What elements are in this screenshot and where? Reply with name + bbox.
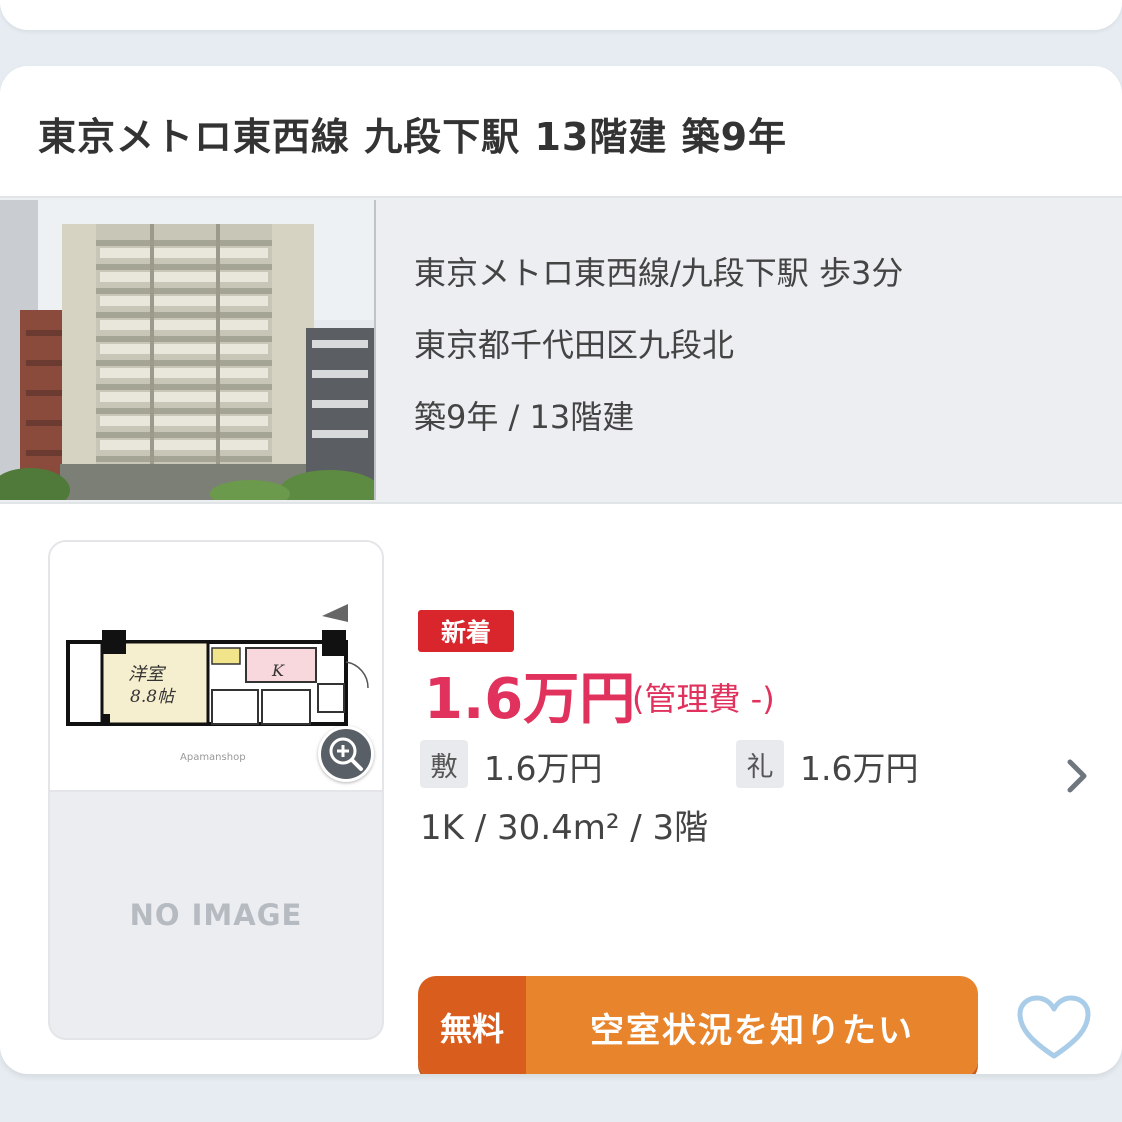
heart-outline-icon[interactable] bbox=[1016, 994, 1092, 1062]
room-thumbnails[interactable]: 洋室 8.8帖 K Apamanshop NO IMAGE bbox=[48, 540, 384, 1040]
rent-price: 1.6万円 bbox=[424, 667, 636, 732]
previous-card-bottom bbox=[0, 0, 1122, 30]
check-vacancy-label: 空室状況を知りたい bbox=[526, 976, 978, 1074]
key-money-tag: 礼 bbox=[736, 740, 784, 788]
address: 東京都千代田区九段北 bbox=[414, 326, 735, 364]
floorplan-size-label: 8.8帖 bbox=[130, 687, 177, 707]
zoom-in-icon[interactable] bbox=[318, 726, 374, 782]
building-summary[interactable]: 東京メトロ東西線/九段下駅 歩3分 東京都千代田区九段北 築9年 / 13階建 bbox=[0, 196, 1122, 504]
building-photo[interactable] bbox=[0, 200, 376, 500]
room-listing[interactable]: 洋室 8.8帖 K Apamanshop NO IMAGE 新着 1.6万円 (… bbox=[0, 502, 1122, 1074]
room-layout-info: 1K / 30.4m² / 3階 bbox=[420, 808, 709, 848]
deposit-value: 1.6万円 bbox=[484, 749, 603, 788]
station-access: 東京メトロ東西線/九段下駅 歩3分 bbox=[414, 254, 904, 292]
building-age-floors: 築9年 / 13階建 bbox=[414, 398, 635, 436]
floorplan-credit: Apamanshop bbox=[180, 752, 246, 763]
chevron-right-icon[interactable] bbox=[1060, 754, 1092, 798]
free-label: 無料 bbox=[418, 976, 526, 1074]
check-vacancy-button[interactable]: 無料 空室状況を知りたい bbox=[418, 976, 978, 1074]
floorplan-room-label: 洋室 bbox=[128, 664, 167, 685]
building-info: 東京メトロ東西線/九段下駅 歩3分 東京都千代田区九段北 築9年 / 13階建 bbox=[414, 248, 903, 464]
property-title: 東京メトロ東西線 九段下駅 13階建 築9年 bbox=[38, 115, 788, 159]
no-image-placeholder: NO IMAGE bbox=[129, 898, 303, 932]
deposit-tag: 敷 bbox=[420, 740, 468, 788]
property-card[interactable]: 東京メトロ東西線 九段下駅 13階建 築9年 東京メトロ東西線/九段下駅 歩3分… bbox=[0, 66, 1122, 1074]
floorplan-kitchen-label: K bbox=[271, 661, 285, 680]
new-badge: 新着 bbox=[418, 610, 514, 652]
key-money-value: 1.6万円 bbox=[800, 749, 919, 788]
management-fee: (管理費 -) bbox=[632, 680, 775, 718]
